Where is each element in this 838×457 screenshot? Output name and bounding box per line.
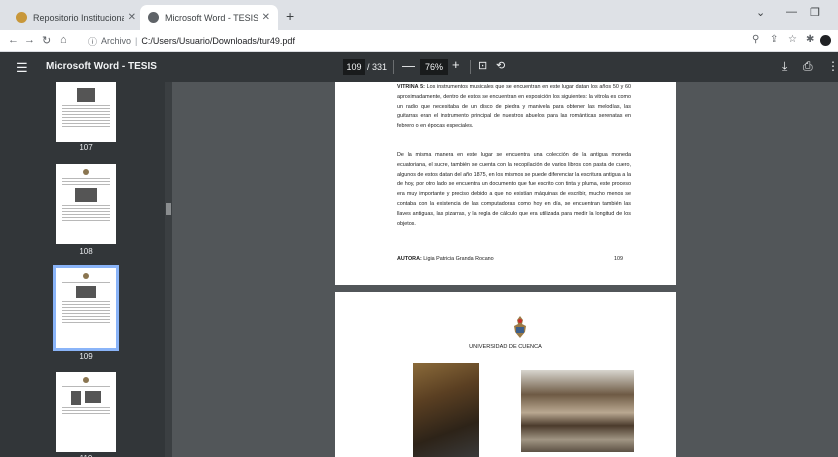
reload-icon[interactable]: ↻ xyxy=(42,34,51,47)
pdf-page-109: VITRINA 5: Los instrumentos musicales qu… xyxy=(335,82,676,285)
page-number-footer: 109 xyxy=(614,256,623,262)
tab-strip: Repositorio Institucional Univer ✕ Micro… xyxy=(0,0,838,30)
url-text: C:/Users/Usuario/Downloads/tur49.pdf xyxy=(141,36,295,46)
zoom-out-button[interactable]: — xyxy=(402,58,415,73)
thumbnail-sidebar: 107 108 109 110 xyxy=(0,82,172,457)
forward-icon[interactable]: → xyxy=(24,34,35,46)
pdf-viewer: VITRINA 5: Los instrumentos musicales qu… xyxy=(172,82,838,457)
close-tab-icon[interactable]: ✕ xyxy=(128,12,136,23)
extensions-icon[interactable]: ✱ xyxy=(806,34,814,45)
more-options-icon[interactable]: ⋮ xyxy=(827,59,838,73)
globe-favicon-icon xyxy=(148,12,159,23)
info-icon[interactable]: ⓘ xyxy=(88,35,97,48)
thumbnail-page-110[interactable] xyxy=(56,372,116,452)
toolbar-divider xyxy=(470,60,471,74)
home-icon[interactable]: ⌂ xyxy=(60,34,67,46)
toolbar-divider xyxy=(393,60,394,74)
tab-title: Microsoft Word - TESIS xyxy=(165,12,258,23)
page-number-input[interactable]: 109 xyxy=(343,59,365,75)
maximize-icon[interactable]: ❐ xyxy=(810,6,820,19)
profile-avatar[interactable] xyxy=(820,35,831,46)
url-scheme-label: Archivo xyxy=(101,36,132,46)
thumbnail-image xyxy=(75,188,97,202)
zoom-input[interactable]: 76% xyxy=(420,59,448,75)
pdf-page-110: UNIVERSIDAD DE CUENCA xyxy=(335,292,676,457)
thumbnail-number: 108 xyxy=(79,247,93,256)
fit-page-icon[interactable]: ⊡ xyxy=(478,59,487,72)
download-icon[interactable]: ⤓ xyxy=(782,59,787,74)
document-title: Microsoft Word - TESIS xyxy=(46,61,157,72)
sidebar-scroll-thumb[interactable] xyxy=(166,203,171,215)
tab-search-icon[interactable]: ⌄ xyxy=(756,6,765,19)
url-field[interactable]: ⓘ Archivo | C:/Users/Usuario/Downloads/t… xyxy=(88,33,728,49)
display-case-photo xyxy=(521,370,634,452)
thumbnail-image xyxy=(76,286,96,298)
pdf-toolbar: ☰ Microsoft Word - TESIS 109 / 331 — 76%… xyxy=(0,52,838,82)
back-icon[interactable]: ← xyxy=(8,34,19,46)
menu-icon[interactable]: ☰ xyxy=(16,60,28,76)
search-icon[interactable]: ⚲ xyxy=(752,34,759,45)
thumbnail-image xyxy=(77,88,95,102)
author-line: AUTORA: Ligia Patricia Granda Rocano xyxy=(397,256,494,262)
paragraph-vitrina-5: VITRINA 5: Los instrumentos musicales qu… xyxy=(397,83,631,132)
thumbnail-number: 107 xyxy=(79,143,93,152)
tab-microsoft-word-tesis[interactable]: Microsoft Word - TESIS ✕ xyxy=(140,5,278,30)
thumbnail-page-107[interactable] xyxy=(56,82,116,142)
close-tab-icon[interactable]: ✕ xyxy=(262,12,270,23)
share-icon[interactable]: ⇪ xyxy=(770,34,778,45)
author-name: Ligia Patricia Granda Rocano xyxy=(423,256,494,262)
university-name: UNIVERSIDAD DE CUENCA xyxy=(469,344,542,350)
page-total: / 331 xyxy=(367,62,388,72)
tab-title: Repositorio Institucional Univer xyxy=(33,12,124,23)
thumbnail-number: 109 xyxy=(79,352,93,361)
thumbnail-image xyxy=(85,391,101,403)
tab-repositorio[interactable]: Repositorio Institucional Univer ✕ xyxy=(8,5,144,30)
thumbnail-page-108[interactable] xyxy=(56,164,116,244)
thumbnail-image xyxy=(71,391,81,405)
author-label: AUTORA: xyxy=(397,256,422,262)
bookmark-star-icon[interactable]: ☆ xyxy=(788,34,797,45)
repositorio-favicon-icon xyxy=(16,12,27,23)
sidebar-scrollbar[interactable] xyxy=(165,82,172,457)
rotate-icon[interactable]: ⟲ xyxy=(496,59,505,72)
thumbnail-page-109-selected[interactable] xyxy=(53,265,119,351)
url-separator: | xyxy=(135,36,138,46)
paragraph-heading: VITRINA 5: xyxy=(397,84,425,90)
vitrola-photo xyxy=(413,363,479,457)
new-tab-button[interactable]: + xyxy=(286,8,294,24)
minimize-icon[interactable]: — xyxy=(786,6,797,18)
paragraph-text: Los instrumentos musicales que se encuen… xyxy=(397,84,631,130)
print-icon[interactable]: ⎙ xyxy=(803,59,813,74)
paragraph-coleccion: De la misma manera en este lugar se encu… xyxy=(397,152,631,227)
address-bar-row: ← → ↻ ⌂ ⓘ Archivo | C:/Users/Usuario/Dow… xyxy=(0,30,838,52)
university-crest-icon xyxy=(514,316,526,338)
zoom-in-button[interactable]: + xyxy=(452,57,460,72)
